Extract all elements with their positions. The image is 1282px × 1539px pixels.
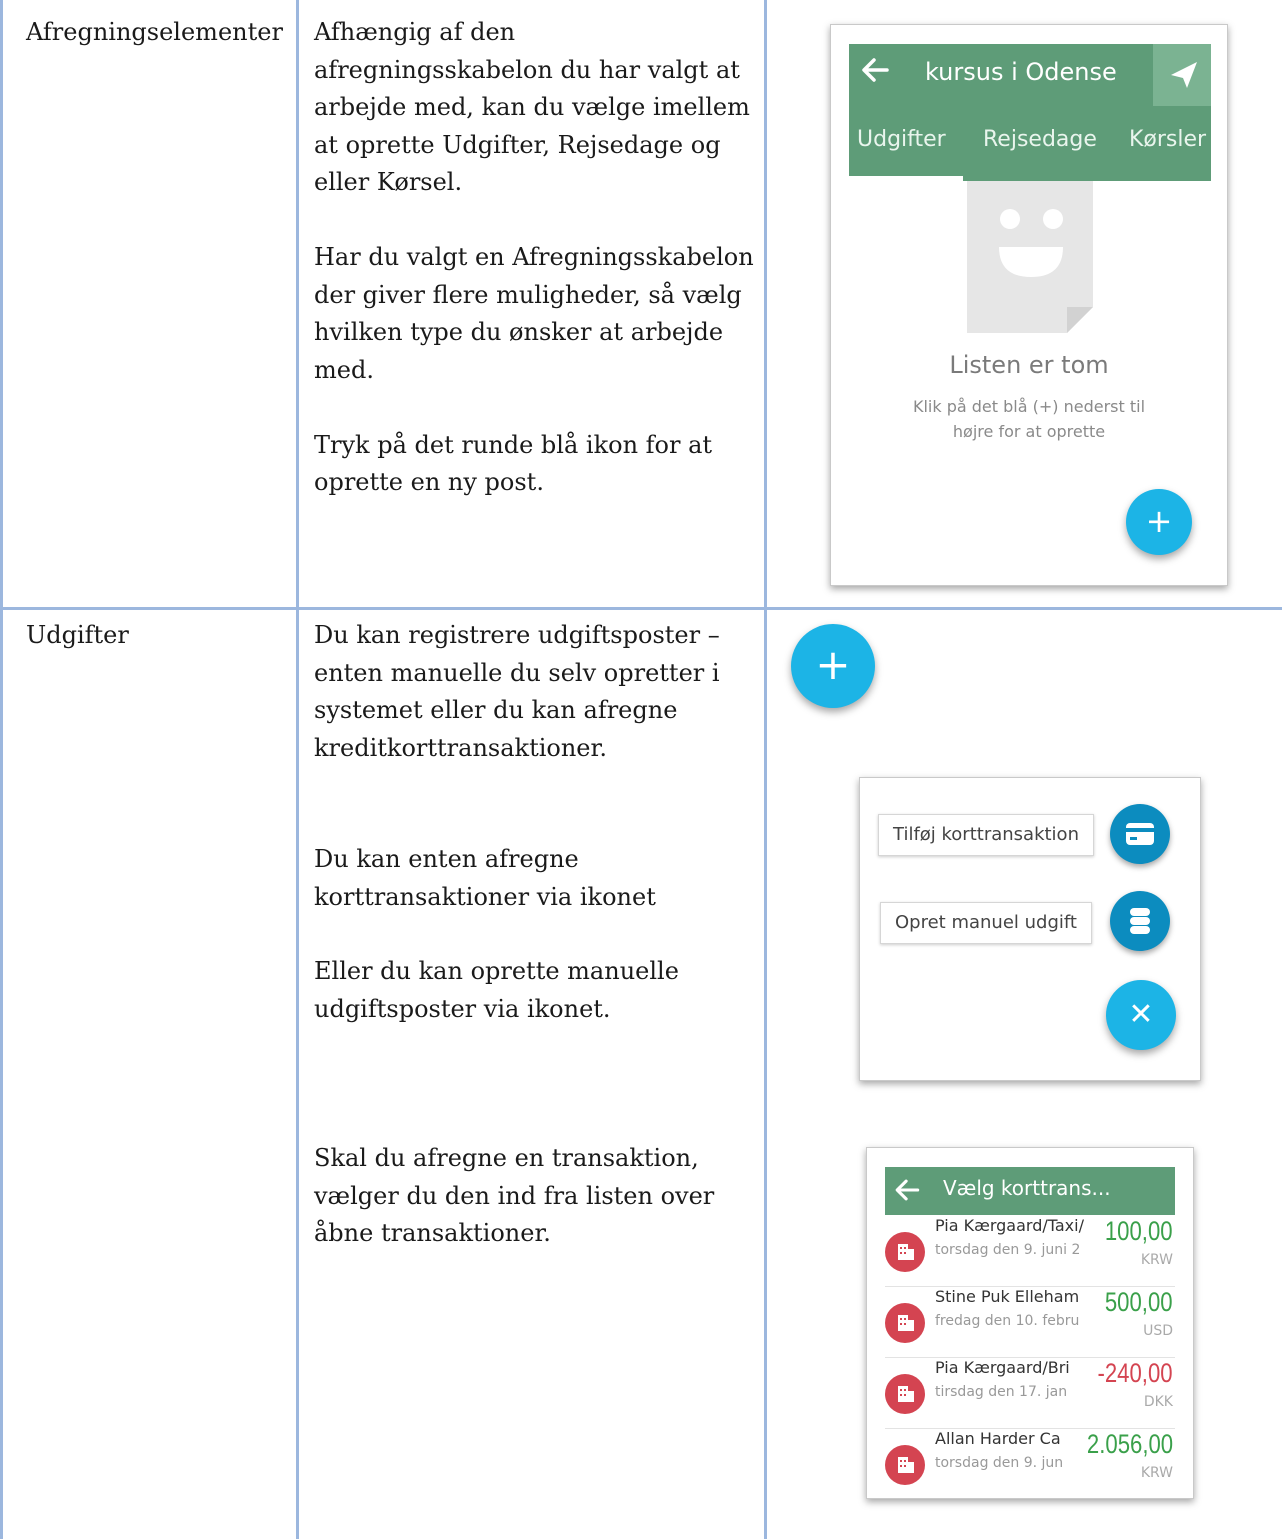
coins-icon <box>1130 908 1150 934</box>
building-icon <box>885 1303 925 1343</box>
credit-card-icon <box>1126 823 1154 845</box>
transaction-row[interactable]: Pia Kærgaard/Bri tirsdag den 17. jan -24… <box>885 1358 1175 1429</box>
building-icon <box>885 1374 925 1414</box>
table-border-col2 <box>764 0 767 1539</box>
empty-document-smiley-icon <box>967 181 1093 333</box>
transaction-name: Stine Puk Elleham <box>935 1287 1080 1306</box>
row1-description: Afhængig af den afregningsskabelon du ha… <box>314 14 758 502</box>
transaction-name: Pia Kærgaard/Bri <box>935 1358 1070 1377</box>
back-arrow-icon[interactable] <box>891 1174 923 1206</box>
row2-p1: Du kan registrere udgiftsposter – enten … <box>314 621 720 762</box>
active-tab-indicator <box>849 176 963 181</box>
transaction-date: fredag den 10. febru <box>935 1313 1080 1329</box>
expense-menu-screenshot: Tilføj korttransaktion Opret manuel udgi… <box>859 777 1201 1081</box>
app-title: kursus i Odense <box>925 58 1117 86</box>
add-icon-large[interactable]: + <box>791 624 875 708</box>
tab-korsler[interactable]: Kørsler <box>1129 127 1206 152</box>
create-manual-expense-label[interactable]: Opret manuel udgift <box>880 902 1092 944</box>
row1-paragraph-3: Tryk på det runde blå ikon for at oprett… <box>314 430 713 497</box>
list-header: Vælg korttrans... <box>885 1167 1175 1215</box>
send-button[interactable] <box>1153 44 1211 106</box>
transaction-row[interactable]: Allan Harder Ca torsdag den 9. jun 2.056… <box>885 1429 1175 1498</box>
app-header: kursus i Odense Udgifter Rejsedage Kørsl… <box>849 44 1211 181</box>
card-transaction-button[interactable] <box>1110 804 1170 864</box>
transaction-amount: 500,00 <box>1105 1287 1173 1317</box>
transaction-amount: 100,00 <box>1105 1216 1173 1246</box>
add-button[interactable]: + <box>1126 489 1192 555</box>
transaction-date: torsdag den 9. jun <box>935 1455 1064 1471</box>
building-icon <box>885 1232 925 1272</box>
transaction-currency: DKK <box>1143 1394 1173 1410</box>
table-border-left <box>0 0 3 1539</box>
transaction-row[interactable]: Pia Kærgaard/Taxi/ torsdag den 9. juni 2… <box>885 1216 1175 1287</box>
transaction-currency: USD <box>1143 1323 1173 1339</box>
table-border-col1 <box>296 0 299 1539</box>
card-transaction-list-screenshot: Vælg korttrans... Pia Kærgaard/Taxi/ tor… <box>866 1147 1194 1499</box>
close-menu-button[interactable]: ✕ <box>1106 980 1176 1050</box>
empty-state-hint-line1: Klik på det blå (+) nederst til <box>912 397 1146 416</box>
empty-state-hint-line2: højre for at oprette <box>952 422 1106 441</box>
send-icon <box>1171 62 1197 88</box>
transaction-currency: KRW <box>1140 1252 1173 1268</box>
add-card-transaction-label[interactable]: Tilføj korttransaktion <box>878 814 1094 856</box>
transaction-amount: 2.056,00 <box>1086 1429 1173 1459</box>
row2-p2: Du kan enten afregne korttransaktioner v… <box>314 845 656 911</box>
tab-udgifter[interactable]: Udgifter <box>857 127 946 152</box>
transaction-row[interactable]: Stine Puk Elleham fredag den 10. febru 5… <box>885 1287 1175 1358</box>
transaction-name: Pia Kærgaard/Taxi/ <box>935 1216 1084 1235</box>
row2-p3: Eller du kan oprette manuelle udgiftspos… <box>314 957 679 1023</box>
empty-state-hint: Klik på det blå (+) nederst til højre fo… <box>831 394 1227 444</box>
row1-label: Afregningselementer <box>26 18 283 46</box>
building-icon <box>885 1445 925 1485</box>
empty-state-title: Listen er tom <box>949 351 1109 379</box>
transaction-name: Allan Harder Ca <box>935 1429 1061 1448</box>
transaction-currency: KRW <box>1140 1465 1173 1481</box>
transaction-date: tirsdag den 17. jan <box>935 1384 1068 1400</box>
tab-rejsedage[interactable]: Rejsedage <box>983 127 1097 152</box>
list-title: Vælg korttrans... <box>943 1176 1111 1200</box>
back-arrow-icon[interactable] <box>857 52 893 88</box>
table-border-row <box>0 607 1282 610</box>
transaction-date: torsdag den 9. juni 2 <box>935 1242 1081 1258</box>
row1-paragraph-2: Har du valgt en Afregningsskabelon der g… <box>314 243 754 384</box>
transaction-amount: -240,00 <box>1097 1358 1173 1388</box>
row2-p4: Skal du afregne en transaktion, vælger d… <box>314 1144 715 1247</box>
manual-expense-button[interactable] <box>1110 891 1170 951</box>
row1-paragraph-1: Afhængig af den afregningsskabelon du ha… <box>314 18 750 196</box>
app-screenshot-empty-list: kursus i Odense Udgifter Rejsedage Kørsl… <box>830 24 1228 586</box>
row2-label: Udgifter <box>26 621 129 649</box>
